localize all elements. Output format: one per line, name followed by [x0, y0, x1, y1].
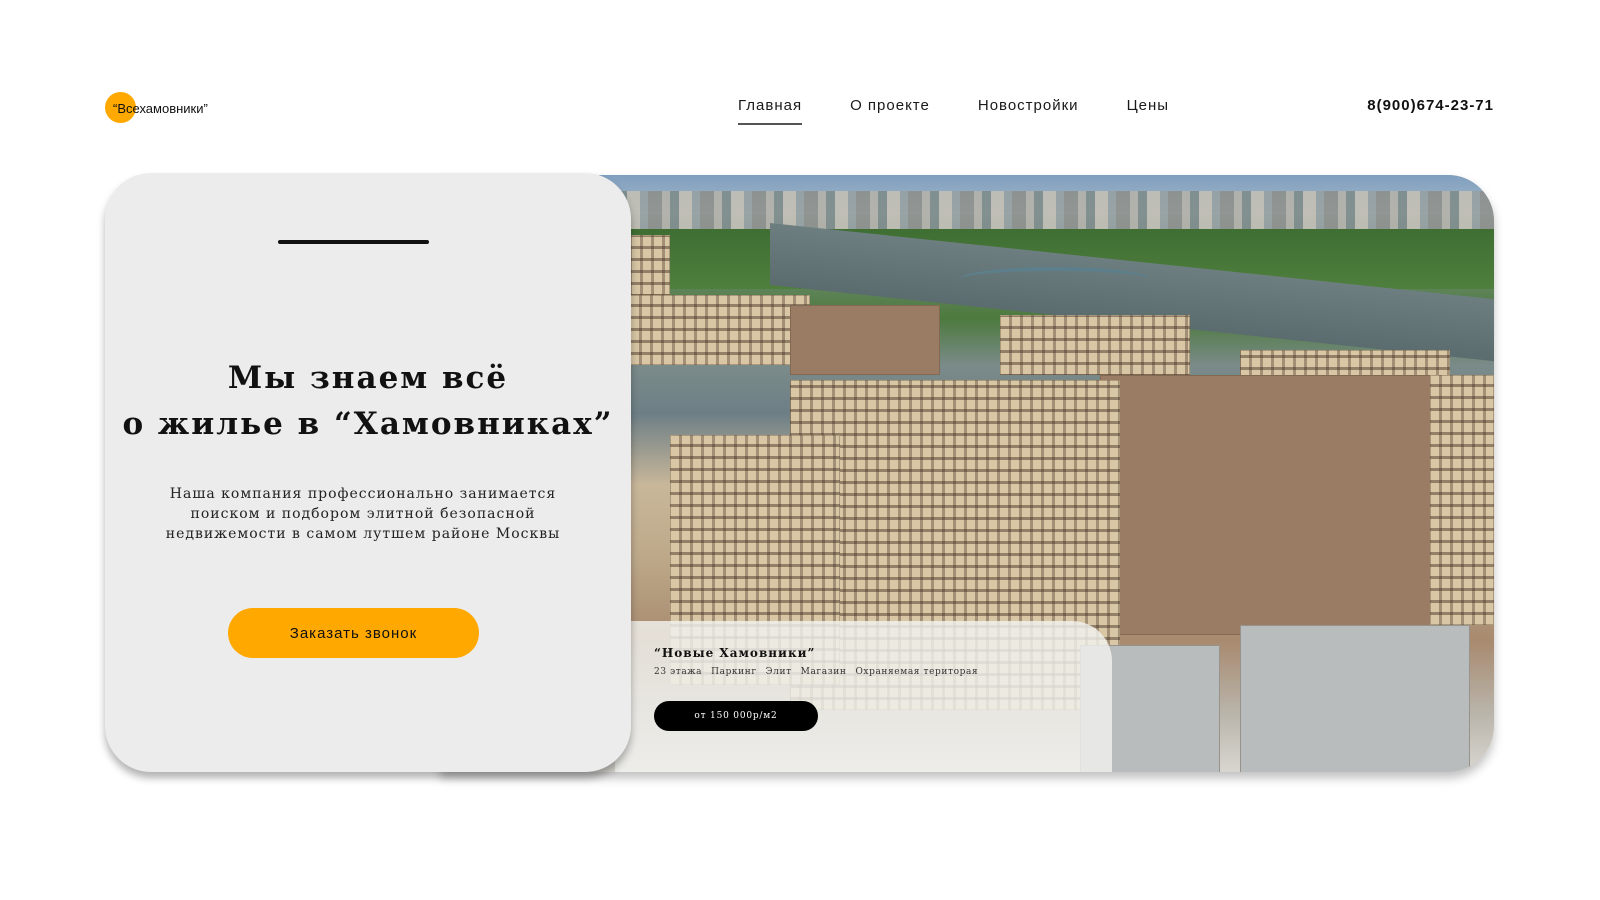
hero-description: Наша компания профессионально занимается… [143, 484, 583, 544]
photo-building [790, 305, 940, 375]
property-tag: 23 этажа [654, 667, 703, 677]
nav-item-prices[interactable]: Цены [1127, 97, 1170, 114]
property-tag: Охраняемая територая [855, 667, 979, 677]
hero-description-line: поиском и подбором элитной безопасной [190, 506, 536, 522]
price-button[interactable]: от 150 000р/м2 [654, 701, 818, 731]
logo[interactable]: “Всехамовники” [105, 92, 208, 124]
nav-item-home[interactable]: Главная [738, 97, 803, 125]
page-title: Мы знаем всё о жилье в “Хамовниках” [105, 355, 631, 447]
main-nav: Главная О проекте Новостройки Цены [738, 97, 1170, 125]
property-title: “Новые Хамовники” [654, 646, 816, 660]
hero-card: Мы знаем всё о жилье в “Хамовниках” Наша… [105, 173, 631, 772]
nav-item-about[interactable]: О проекте [850, 97, 930, 114]
photo-building [630, 295, 810, 365]
photo-building [1000, 315, 1190, 375]
property-tag: Магазин [800, 667, 847, 677]
decorative-line [278, 240, 429, 244]
photo-building [1430, 375, 1494, 625]
photo-building [1100, 375, 1460, 635]
property-tag: Паркинг [711, 667, 757, 677]
logo-text: “Всехамовники” [113, 100, 208, 116]
photo-building [1240, 625, 1470, 772]
property-tags: 23 этажа Паркинг Элит Магазин Охраняемая… [654, 667, 978, 677]
hero-description-line: Наша компания профессионально занимается [169, 486, 557, 502]
hero-description-line: недвижемости в самом лутшем районе Москв… [165, 526, 561, 542]
photo-bridge [960, 267, 1150, 291]
nav-item-new-buildings[interactable]: Новостройки [978, 97, 1079, 114]
page-title-line: Мы знаем всё [227, 360, 509, 396]
order-call-button[interactable]: Заказать звонок [228, 608, 479, 658]
property-card: “Новые Хамовники” 23 этажа Паркинг Элит … [615, 621, 1112, 772]
phone-number[interactable]: 8(900)674-23-71 [1367, 97, 1494, 114]
property-tag: Элит [765, 667, 792, 677]
page-title-line: о жилье в “Хамовниках” [122, 406, 614, 442]
